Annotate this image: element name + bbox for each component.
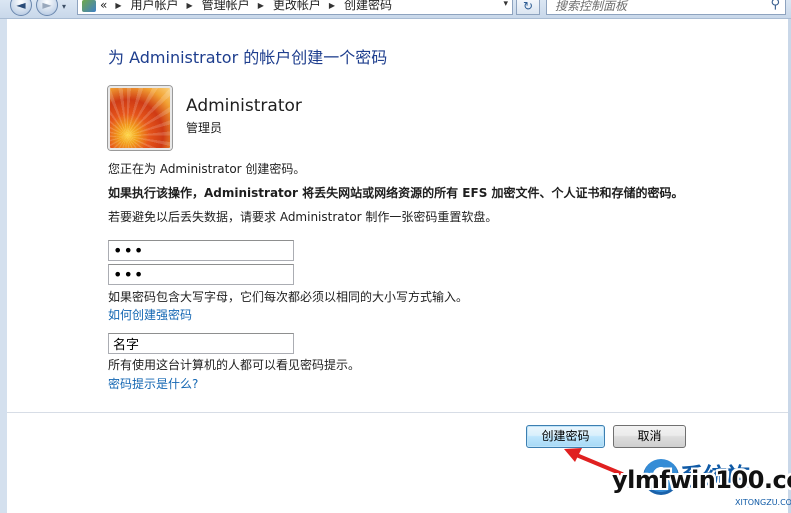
intro-text: 您正在为 Administrator 创建密码。 [108, 162, 306, 176]
confirm-password-field[interactable] [108, 264, 294, 285]
user-role: 管理员 [186, 121, 223, 135]
new-password-field[interactable] [108, 240, 294, 261]
control-panel-icon [82, 0, 96, 12]
password-hint-help-link[interactable]: 密码提示是什么? [108, 375, 198, 392]
breadcrumb-overflow[interactable]: « [100, 0, 107, 12]
address-dropdown-icon[interactable]: ▾ [503, 0, 508, 9]
strong-password-link[interactable]: 如何创建强密码 [108, 306, 192, 323]
divider [7, 412, 788, 413]
breadcrumb-user-accounts[interactable]: 用户帐户 [131, 0, 179, 12]
address-bar[interactable]: « ▶ 用户帐户 ▶ 管理帐户 ▶ 更改帐户 ▶ 创建密码 ▾ [77, 0, 513, 15]
reset-disk-text: 若要避免以后丢失数据，请要求 Administrator 制作一张密码重置软盘。 [108, 210, 498, 224]
navigation-bar: ◄ ► ▾ « ▶ 用户帐户 ▶ 管理帐户 ▶ 更改帐户 ▶ 创建密码 ▾ ↻ ⚲ [0, 0, 791, 19]
back-arrow-icon: ◄ [16, 0, 26, 12]
flower-avatar-icon [108, 86, 172, 150]
breadcrumb-separator-icon[interactable]: ▶ [115, 0, 121, 13]
search-icon[interactable]: ⚲ [770, 0, 780, 12]
breadcrumb-separator-icon[interactable]: ▶ [329, 0, 335, 13]
refresh-icon: ↻ [522, 0, 534, 13]
breadcrumb-change-account[interactable]: 更改帐户 [273, 0, 321, 12]
user-name: Administrator [186, 96, 302, 116]
breadcrumb-separator-icon[interactable]: ▶ [258, 0, 264, 13]
efs-warning-text: 如果执行该操作，Administrator 将丢失网站或网络资源的所有 EFS … [108, 186, 684, 200]
back-button[interactable]: ◄ [10, 0, 32, 16]
page-title: 为 Administrator 的帐户创建一个密码 [108, 48, 388, 67]
window-left-edge [0, 19, 7, 513]
recent-pages-dropdown[interactable]: ▾ [62, 2, 66, 11]
refresh-button[interactable]: ↻ [516, 0, 540, 15]
forward-button[interactable]: ► [36, 0, 58, 16]
breadcrumb-manage-accounts[interactable]: 管理帐户 [202, 0, 250, 12]
forward-arrow-icon: ► [42, 0, 52, 12]
watermark-subtext: XITONGZU.COM [735, 498, 791, 507]
search-input[interactable] [547, 0, 769, 14]
password-hint-field[interactable] [108, 333, 294, 354]
breadcrumb-separator-icon[interactable]: ▶ [187, 0, 193, 13]
breadcrumb: « ▶ 用户帐户 ▶ 管理帐户 ▶ 更改帐户 ▶ 创建密码 [100, 0, 392, 14]
case-sensitive-note: 如果密码包含大写字母，它们每次都必须以相同的大小写方式输入。 [108, 290, 469, 304]
search-box: ⚲ [546, 0, 786, 15]
hint-visibility-note: 所有使用这台计算机的人都可以看见密码提示。 [108, 358, 361, 372]
watermark-site: ylmfwin100.com [612, 466, 791, 494]
breadcrumb-create-password[interactable]: 创建密码 [344, 0, 392, 12]
